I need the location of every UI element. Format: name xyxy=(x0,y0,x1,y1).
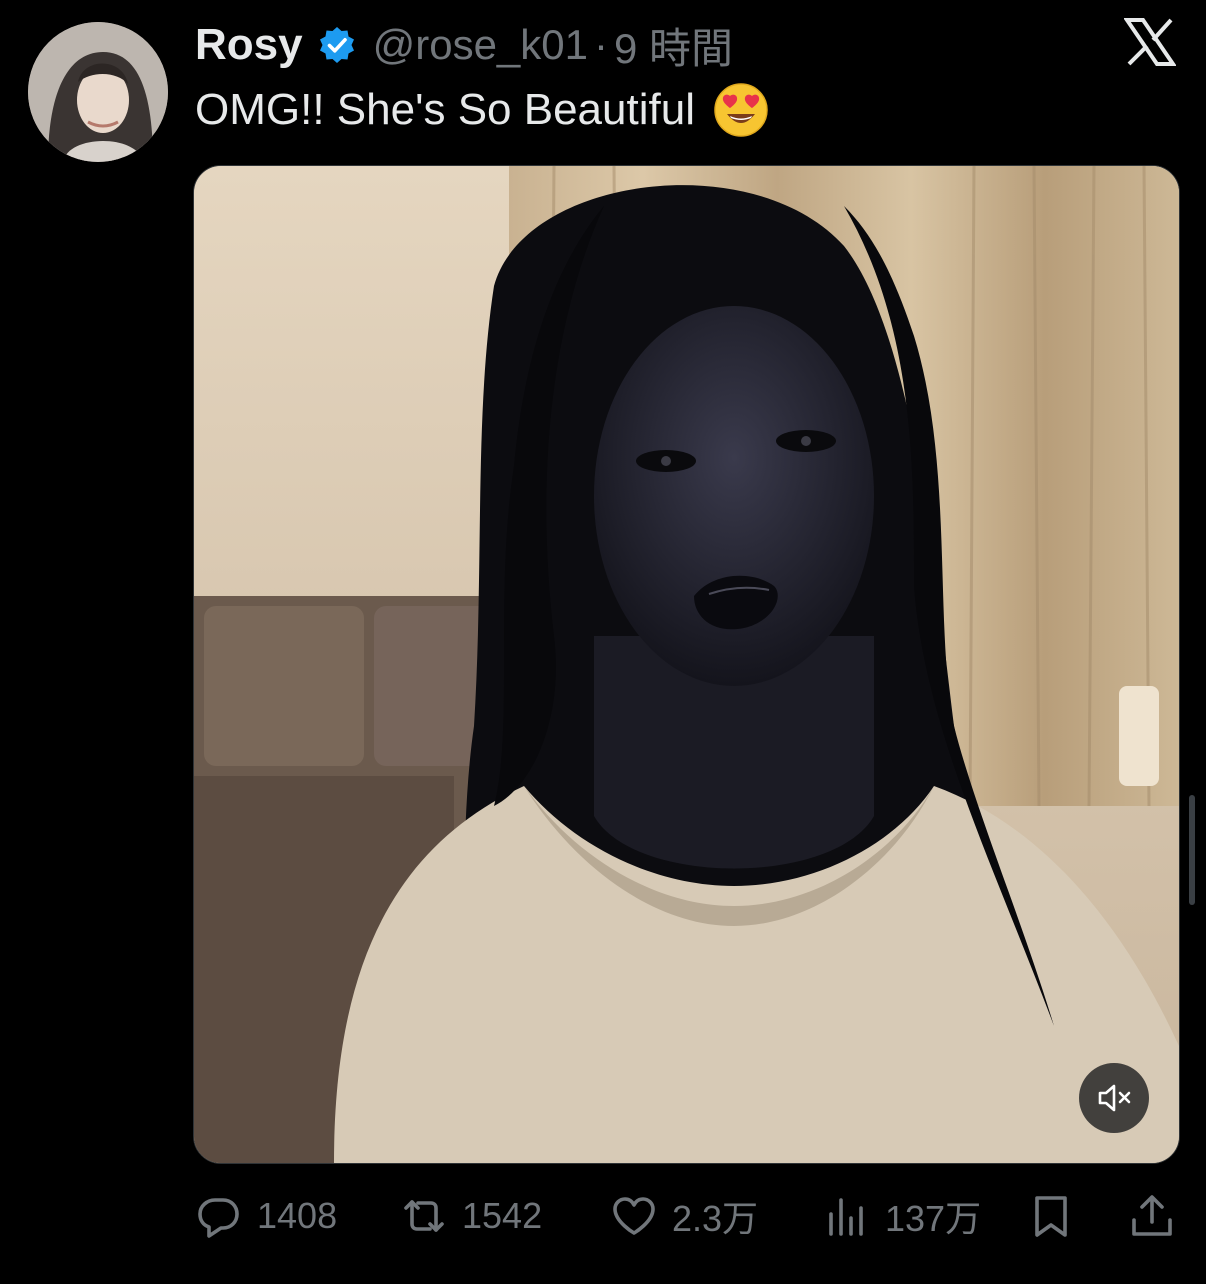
separator-dot: · xyxy=(594,21,609,68)
repost-icon xyxy=(400,1192,448,1240)
tweet-video[interactable] xyxy=(193,165,1180,1164)
like-button[interactable]: 2.3万 xyxy=(610,1190,758,1242)
views-button[interactable]: 137万 xyxy=(823,1190,981,1242)
verified-badge-icon xyxy=(317,25,357,65)
reply-button[interactable]: 1408 xyxy=(195,1190,337,1242)
timestamp[interactable]: 9 時間 xyxy=(614,15,733,76)
share-button[interactable] xyxy=(1128,1190,1176,1242)
views-count: 137万 xyxy=(885,1198,982,1239)
tweet-body: OMG!! She's So Beautiful xyxy=(195,85,695,134)
heart-icon xyxy=(610,1192,658,1240)
heart-eyes-emoji-icon xyxy=(713,82,769,138)
share-icon xyxy=(1128,1192,1176,1240)
repost-button[interactable]: 1542 xyxy=(400,1190,542,1242)
author-name[interactable]: Rosy xyxy=(195,20,303,70)
tweet-text: OMG!! She's So Beautiful xyxy=(195,82,769,138)
reply-icon xyxy=(195,1192,243,1240)
like-count: 2.3万 xyxy=(672,1198,759,1239)
tweet-header: Rosy @rose_k01 · 9 時間 xyxy=(195,18,733,72)
reply-count: 1408 xyxy=(257,1195,338,1236)
action-bar: 1408 1542 2.3万 137万 xyxy=(195,1190,1180,1242)
speaker-muted-icon xyxy=(1094,1078,1134,1118)
scrollbar-thumb[interactable] xyxy=(1189,795,1195,905)
bookmark-icon xyxy=(1027,1192,1075,1240)
unmute-button[interactable] xyxy=(1079,1063,1149,1133)
bookmark-button[interactable] xyxy=(1027,1190,1075,1242)
x-logo-icon xyxy=(1124,18,1176,66)
views-icon xyxy=(823,1192,871,1240)
repost-count: 1542 xyxy=(462,1195,543,1236)
author-handle[interactable]: @rose_k01 xyxy=(373,21,588,69)
avatar[interactable] xyxy=(28,22,168,162)
